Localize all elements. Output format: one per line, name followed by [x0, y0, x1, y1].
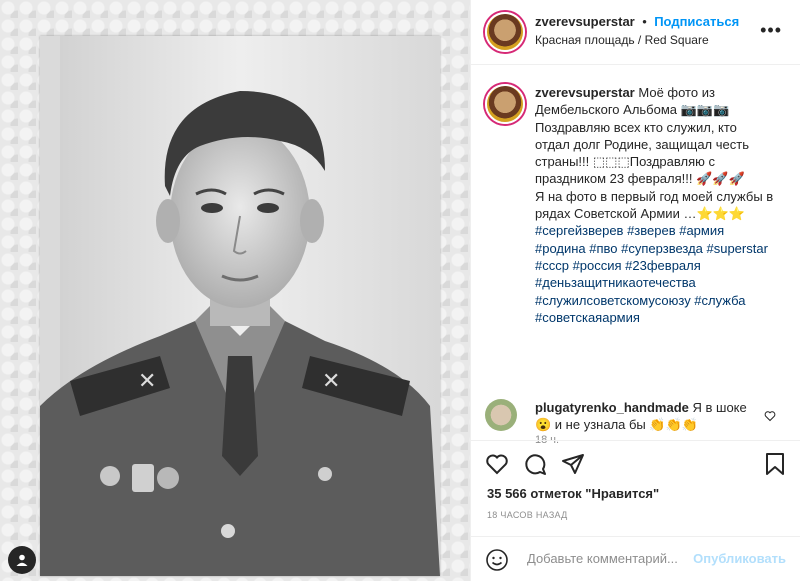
bookmark-icon — [766, 453, 784, 475]
heart-icon — [486, 454, 508, 475]
comment-button[interactable] — [523, 452, 547, 481]
paper-plane-icon — [562, 454, 584, 474]
comment-bubble-icon — [525, 454, 546, 475]
comment-input[interactable] — [525, 550, 699, 567]
caption-hashtags[interactable]: #сергейзверев #зверев #армия #родина #пв… — [535, 223, 768, 324]
likes-count[interactable]: 35 566 отметок "Нравится" — [487, 486, 659, 501]
publish-button[interactable]: Опубликовать — [693, 551, 786, 566]
like-comment-button[interactable] — [764, 409, 776, 427]
post-sidebar: zverevsuperstar • Подписаться Красная пл… — [471, 0, 800, 581]
post-photo-pane[interactable]: ✕ ✕ — [0, 0, 470, 581]
svg-text:✕: ✕ — [322, 368, 340, 393]
svg-text:✕: ✕ — [138, 368, 156, 393]
caption-text: Моё фото из Дембельского Альбома 📷📷📷 Поз… — [535, 85, 774, 222]
smiley-icon — [486, 549, 508, 571]
caption-body: zverevsuperstar Моё фото из Дембельского… — [535, 84, 775, 326]
author-line: zverevsuperstar • Подписаться — [535, 13, 739, 31]
heart-outline-icon — [764, 411, 776, 422]
commenter-avatar[interactable] — [485, 399, 517, 431]
more-options-button[interactable]: ••• — [760, 20, 782, 41]
actions-divider — [471, 440, 800, 441]
like-button[interactable] — [485, 452, 509, 481]
post-timestamp[interactable]: 18 ЧАСОВ НАЗАД — [487, 510, 568, 520]
emoji-picker-button[interactable] — [485, 548, 509, 577]
comment-bar-divider — [471, 536, 800, 537]
comment-bar: Опубликовать — [471, 538, 800, 581]
author-username[interactable]: zverevsuperstar — [535, 14, 635, 29]
user-tag-icon — [16, 554, 28, 566]
caption-username[interactable]: zverevsuperstar — [535, 85, 635, 100]
commenter-username[interactable]: plugatyrenko_handmade — [535, 400, 689, 415]
caption-avatar[interactable] — [485, 84, 525, 124]
comment-body: plugatyrenko_handmade Я в шоке😮 и не узн… — [535, 399, 755, 434]
soldier-portrait-image: ✕ ✕ — [40, 36, 440, 576]
post-header: zverevsuperstar • Подписаться Красная пл… — [471, 0, 800, 65]
save-button[interactable] — [764, 452, 786, 481]
post-location[interactable]: Красная площадь / Red Square — [535, 33, 709, 47]
follow-button[interactable]: Подписаться — [654, 14, 739, 29]
post-photo: ✕ ✕ — [40, 36, 440, 576]
post-actions — [485, 452, 585, 481]
author-avatar[interactable] — [485, 12, 525, 52]
share-button[interactable] — [561, 452, 585, 481]
more-horizontal-icon: ••• — [760, 20, 782, 40]
tagged-users-button[interactable] — [8, 546, 36, 574]
separator-dot: • — [642, 14, 647, 29]
